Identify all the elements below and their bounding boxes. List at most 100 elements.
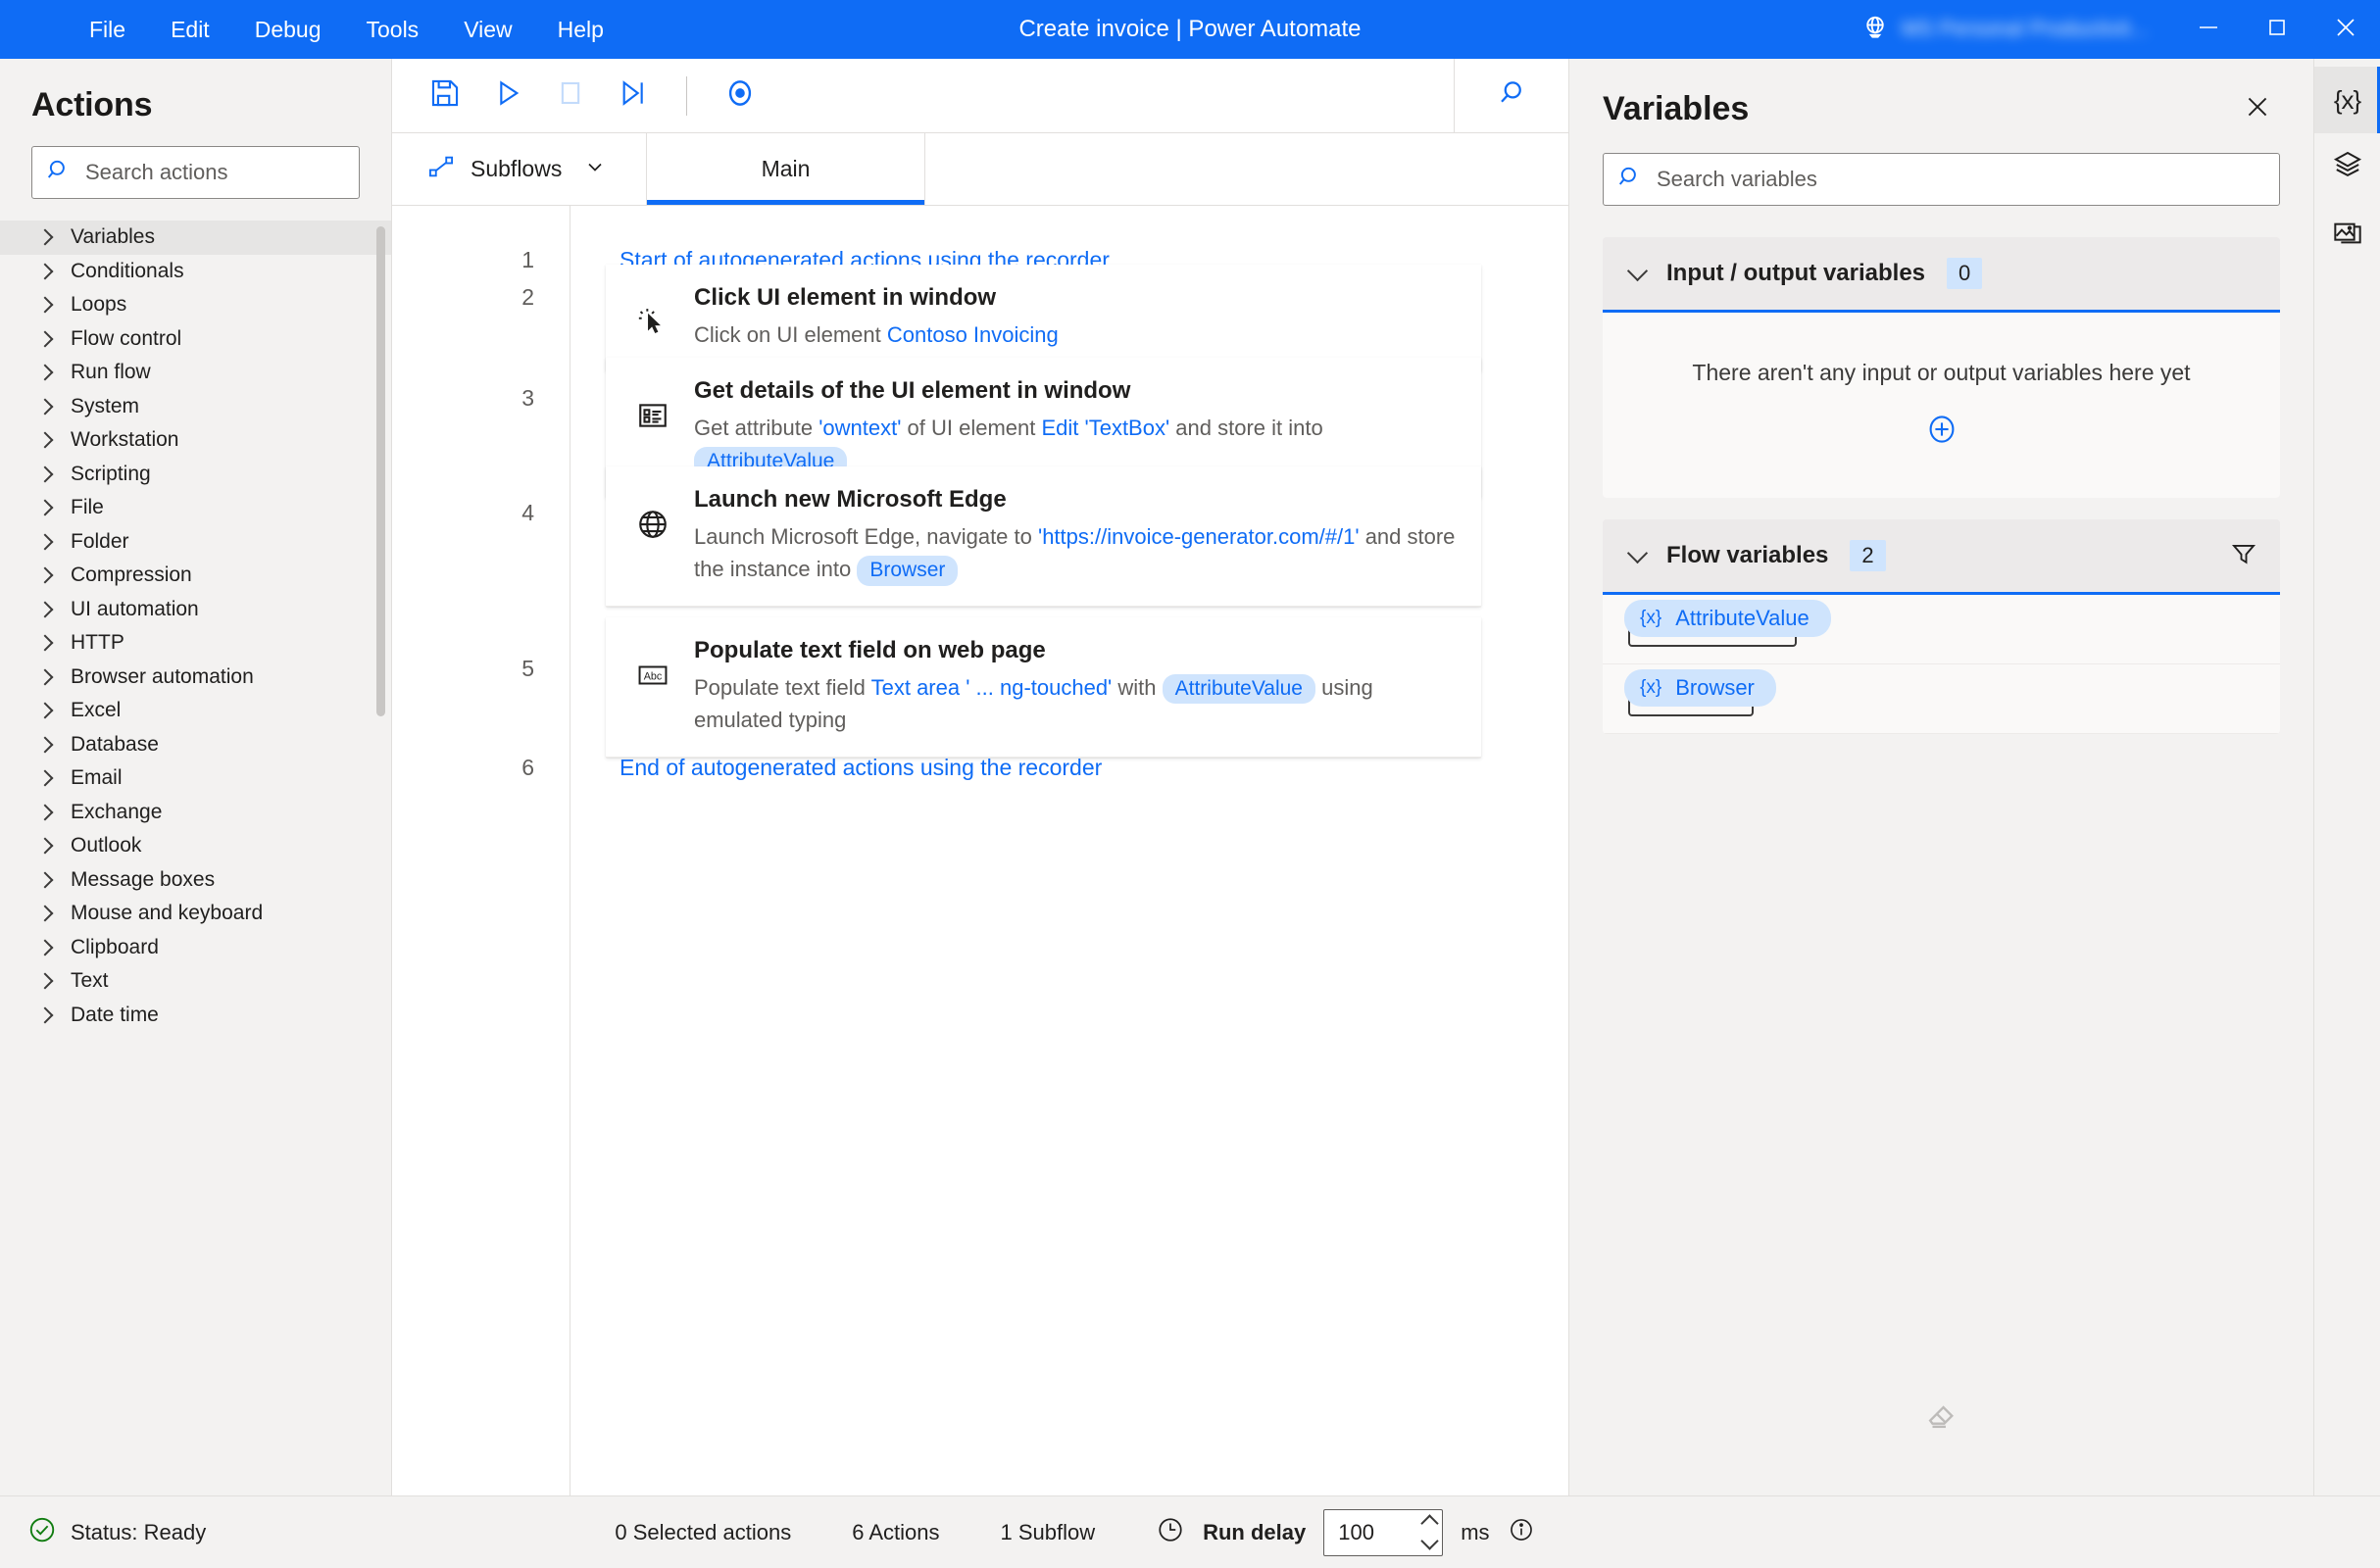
menu-edit[interactable]: Edit bbox=[148, 11, 232, 49]
close-variables-pane-button[interactable] bbox=[2235, 86, 2280, 131]
filter-variables-button[interactable] bbox=[2229, 539, 2258, 573]
flow-action-link[interactable]: Text area ' ... ng-touched' bbox=[871, 675, 1113, 700]
flow-variables-header[interactable]: Flow variables 2 bbox=[1603, 519, 2280, 592]
actions-category-excel[interactable]: Excel bbox=[0, 694, 391, 728]
search-variables-input[interactable] bbox=[1657, 167, 2265, 192]
variable-pill[interactable]: {x} Browser bbox=[1624, 669, 1776, 707]
actions-category-system[interactable]: System bbox=[0, 390, 391, 424]
status-ready-icon bbox=[27, 1515, 57, 1550]
actions-category-label: Browser automation bbox=[71, 664, 254, 688]
flow-variable-row[interactable]: {x} Browser bbox=[1603, 664, 2280, 734]
environment-indicator[interactable]: MS Personal Productivit... bbox=[1860, 13, 2174, 47]
actions-category-variables[interactable]: Variables bbox=[0, 220, 391, 255]
actions-category-text[interactable]: Text bbox=[0, 964, 391, 999]
search-flow-button[interactable] bbox=[1480, 69, 1543, 123]
chevron-right-icon bbox=[36, 702, 54, 719]
clear-variable-values-button[interactable] bbox=[1923, 1396, 1960, 1439]
variable-pill[interactable]: {x} AttributeValue bbox=[1624, 600, 1831, 637]
menu-tools[interactable]: Tools bbox=[343, 11, 441, 49]
run-delay-input[interactable] bbox=[1338, 1519, 1402, 1545]
menu-help[interactable]: Help bbox=[535, 11, 626, 49]
spinner-arrows[interactable] bbox=[1420, 1514, 1439, 1550]
chevron-up-icon[interactable] bbox=[1420, 1514, 1439, 1533]
power-automate-window: File Edit Debug Tools View Help Create i… bbox=[0, 0, 2380, 1568]
actions-category-database[interactable]: Database bbox=[0, 728, 391, 762]
info-icon[interactable] bbox=[1508, 1516, 1535, 1549]
variable-name: AttributeValue bbox=[1675, 606, 1810, 630]
actions-category-label: Flow control bbox=[71, 326, 182, 350]
flow-variables-body: {x} AttributeValue {x} Browser bbox=[1603, 592, 2280, 734]
run-next-action-button[interactable] bbox=[602, 69, 665, 123]
save-button[interactable] bbox=[414, 69, 476, 123]
actions-scrollbar[interactable] bbox=[376, 226, 385, 716]
actions-category-workstation[interactable]: Workstation bbox=[0, 423, 391, 458]
tab-main[interactable]: Main bbox=[647, 133, 925, 205]
flow-canvas[interactable]: 1 2 3 4 5 6 Start of autogenerated actions us… bbox=[392, 206, 1568, 1495]
actions-category-conditionals[interactable]: Conditionals bbox=[0, 255, 391, 289]
flow-action-text: Launch Microsoft Edge, navigate to bbox=[694, 523, 1038, 549]
actions-category-loops[interactable]: Loops bbox=[0, 288, 391, 322]
run-delay-group: Run delay ms bbox=[1156, 1508, 1535, 1556]
actions-category-flow-control[interactable]: Flow control bbox=[0, 322, 391, 357]
flow-action-card[interactable]: Abc Populate text field on web page Popula… bbox=[606, 617, 1481, 758]
title-bar-right: MS Personal Productivit... bbox=[1860, 0, 2380, 59]
variable-chip[interactable]: AttributeValue bbox=[1162, 673, 1315, 705]
actions-category-mouse-and-keyboard[interactable]: Mouse and keyboard bbox=[0, 897, 391, 931]
variables-braces-icon: {x} bbox=[2333, 84, 2361, 115]
rail-variables-button[interactable]: {x} bbox=[2313, 67, 2380, 133]
input-output-variables-header[interactable]: Input / output variables 0 bbox=[1603, 237, 2280, 310]
rail-ui-elements-button[interactable] bbox=[2314, 133, 2380, 200]
chevron-right-icon bbox=[36, 566, 54, 584]
run-delay-stepper[interactable] bbox=[1323, 1508, 1444, 1556]
actions-category-clipboard[interactable]: Clipboard bbox=[0, 931, 391, 965]
actions-category-scripting[interactable]: Scripting bbox=[0, 458, 391, 492]
chevron-right-icon bbox=[36, 837, 54, 855]
chevron-down-icon[interactable] bbox=[1420, 1532, 1439, 1550]
flow-action-link[interactable]: 'owntext' bbox=[818, 416, 901, 440]
search-actions-input[interactable] bbox=[85, 160, 345, 185]
flow-action-card[interactable]: Click UI element in window Click on UI el… bbox=[606, 265, 1481, 372]
maximize-button[interactable] bbox=[2243, 0, 2311, 59]
actions-category-message-boxes[interactable]: Message boxes bbox=[0, 863, 391, 898]
flow-variable-row[interactable]: {x} AttributeValue bbox=[1603, 595, 2280, 664]
menu-view[interactable]: View bbox=[441, 11, 534, 49]
chevron-right-icon bbox=[36, 330, 54, 348]
flow-steps[interactable]: Start of autogenerated actions using the… bbox=[570, 206, 1568, 1495]
flow-action-card[interactable]: Launch new Microsoft Edge Launch Microsof… bbox=[606, 466, 1481, 607]
flow-action-title: Launch new Microsoft Edge bbox=[694, 486, 1007, 513]
actions-category-http[interactable]: HTTP bbox=[0, 626, 391, 661]
tabs-row: Subflows Main bbox=[392, 133, 1568, 206]
actions-category-email[interactable]: Email bbox=[0, 761, 391, 796]
flow-action-link[interactable]: Contoso Invoicing bbox=[887, 322, 1059, 347]
flow-action-link[interactable]: Edit 'TextBox' bbox=[1041, 416, 1169, 440]
actions-category-ui-automation[interactable]: UI automation bbox=[0, 593, 391, 627]
ui-element-details-icon bbox=[631, 399, 674, 432]
run-icon bbox=[492, 77, 523, 114]
variable-chip[interactable]: Browser bbox=[857, 556, 959, 586]
actions-category-folder[interactable]: Folder bbox=[0, 525, 391, 560]
actions-category-browser-automation[interactable]: Browser automation bbox=[0, 661, 391, 695]
close-button[interactable] bbox=[2311, 0, 2380, 59]
actions-category-outlook[interactable]: Outlook bbox=[0, 829, 391, 863]
actions-category-exchange[interactable]: Exchange bbox=[0, 796, 391, 830]
record-button[interactable] bbox=[709, 69, 771, 123]
run-button[interactable] bbox=[476, 69, 539, 123]
flow-action-link[interactable]: 'https://invoice-generator.com/#/1' bbox=[1038, 524, 1360, 549]
actions-category-date-time[interactable]: Date time bbox=[0, 999, 391, 1033]
actions-category-compression[interactable]: Compression bbox=[0, 559, 391, 593]
actions-category-file[interactable]: File bbox=[0, 491, 391, 525]
menu-file[interactable]: File bbox=[67, 11, 148, 49]
add-input-output-variable-button[interactable] bbox=[1924, 412, 1959, 447]
end-of-recording-note[interactable]: End of autogenerated actions using the r… bbox=[620, 755, 1102, 781]
rail-images-button[interactable] bbox=[2314, 200, 2380, 267]
search-actions-box[interactable] bbox=[31, 146, 360, 199]
line-number: 5 bbox=[521, 656, 534, 681]
chevron-right-icon bbox=[36, 296, 54, 314]
actions-category-run-flow[interactable]: Run flow bbox=[0, 356, 391, 390]
subflows-dropdown[interactable]: Subflows bbox=[392, 133, 647, 205]
menu-debug[interactable]: Debug bbox=[232, 11, 344, 49]
actions-category-label: Loops bbox=[71, 293, 127, 317]
actions-category-list[interactable]: Variables Conditionals Loops Flow control Ru… bbox=[0, 220, 391, 1495]
search-variables-box[interactable] bbox=[1603, 153, 2280, 206]
minimize-button[interactable] bbox=[2174, 0, 2243, 59]
